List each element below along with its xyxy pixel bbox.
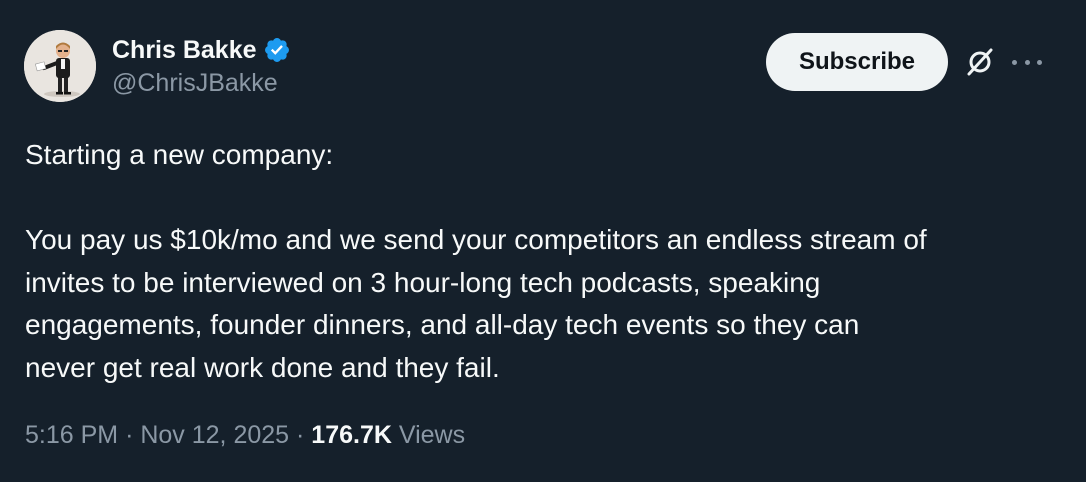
avatar-illustration-icon [24, 30, 96, 102]
tweet-line-1: You pay us $10k/mo and we send your comp… [25, 224, 927, 255]
more-dot [1037, 59, 1042, 65]
tweet-header: Chris Bakke @ChrisJBakke [24, 30, 291, 102]
meta-separator: · [125, 421, 134, 449]
tweet-text: Starting a new company: You pay us $10k/… [25, 134, 1065, 389]
views-label: Views [398, 421, 466, 449]
tweet-line-4: never get real work done and they fail. [25, 351, 500, 383]
subscribe-button[interactable]: Subscribe [766, 33, 948, 91]
more-dot [1024, 59, 1030, 65]
author-handle[interactable]: @ChrisJBakke [112, 68, 291, 98]
tweet-paragraph-1: Starting a new company: [25, 139, 334, 170]
grok-icon[interactable] [964, 46, 996, 78]
tweet-time[interactable]: 5:16 PM [25, 421, 118, 449]
tweet-line-3: engagements, founder dinners, and all-da… [25, 309, 860, 340]
avatar[interactable] [24, 30, 96, 102]
verified-badge-icon[interactable] [263, 36, 291, 64]
name-row: Chris Bakke [112, 35, 291, 65]
tweet-card: Chris Bakke @ChrisJBakke Subscribe Start… [0, 0, 1086, 482]
author-names: Chris Bakke @ChrisJBakke [112, 35, 291, 98]
tweet-line-2: invites to be interviewed on 3 hour-long… [25, 266, 821, 298]
tweet-date[interactable]: Nov 12, 2025 [140, 421, 289, 449]
more-options-icon[interactable] [1012, 49, 1042, 75]
views-count[interactable]: 176.7K [311, 421, 392, 449]
meta-separator: · [296, 421, 305, 449]
tweet-meta: 5:16 PM · Nov 12, 2025 · 176.7K Views [25, 418, 465, 452]
display-name[interactable]: Chris Bakke [112, 35, 257, 65]
more-dot [1012, 59, 1017, 65]
